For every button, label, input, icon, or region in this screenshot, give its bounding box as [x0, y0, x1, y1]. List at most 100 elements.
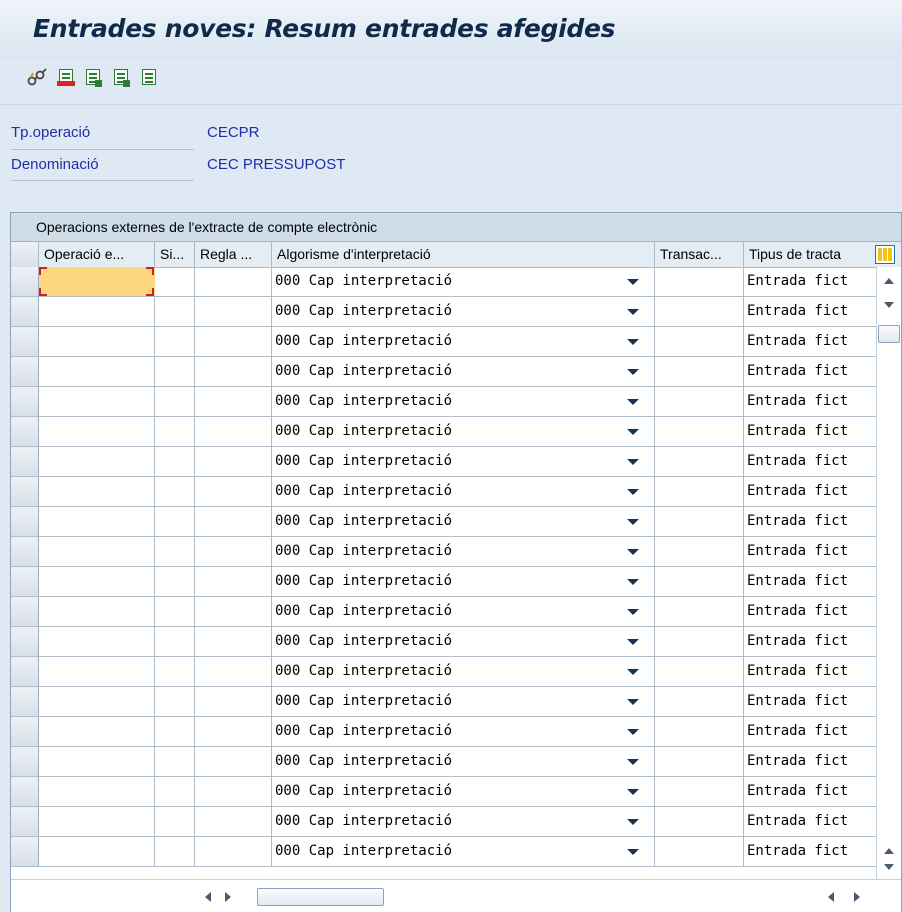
cell-si[interactable]: [155, 417, 195, 446]
cell-si[interactable]: [155, 717, 195, 746]
cell-algorisme-dropdown[interactable]: 000 Cap interpretació: [272, 507, 655, 536]
cell-tipus[interactable]: Entrada fict: [744, 267, 876, 296]
cell-tipus[interactable]: Entrada fict: [744, 387, 876, 416]
column-header-si[interactable]: Si...: [155, 242, 195, 267]
cell-tipus[interactable]: Entrada fict: [744, 747, 876, 776]
cell-algorisme-dropdown[interactable]: 000 Cap interpretació: [272, 627, 655, 656]
cell-operacio[interactable]: [39, 477, 155, 506]
cell-transac[interactable]: [655, 807, 744, 836]
cell-si[interactable]: [155, 747, 195, 776]
cell-operacio[interactable]: [39, 687, 155, 716]
horizontal-scrollbar[interactable]: [11, 879, 901, 912]
cell-si[interactable]: [155, 477, 195, 506]
cell-transac[interactable]: [655, 507, 744, 536]
cell-si[interactable]: [155, 327, 195, 356]
cell-regla[interactable]: [195, 477, 272, 506]
scroll-right-area-right-icon[interactable]: [854, 892, 860, 902]
cell-operacio[interactable]: [39, 777, 155, 806]
cell-transac[interactable]: [655, 267, 744, 296]
cell-algorisme-dropdown[interactable]: 000 Cap interpretació: [272, 567, 655, 596]
scroll-right-area-left-icon[interactable]: [828, 892, 834, 902]
cell-si[interactable]: [155, 387, 195, 416]
cell-tipus[interactable]: Entrada fict: [744, 777, 876, 806]
cell-tipus[interactable]: Entrada fict: [744, 477, 876, 506]
dropdown-arrow-icon[interactable]: [627, 669, 639, 675]
cell-regla[interactable]: [195, 777, 272, 806]
row-selector-button[interactable]: [11, 837, 39, 866]
cell-algorisme-dropdown[interactable]: 000 Cap interpretació: [272, 837, 655, 866]
cell-si[interactable]: [155, 507, 195, 536]
deselect-all-icon[interactable]: [139, 67, 159, 87]
dropdown-arrow-icon[interactable]: [627, 639, 639, 645]
cell-regla[interactable]: [195, 717, 272, 746]
cell-si[interactable]: [155, 777, 195, 806]
cell-si[interactable]: [155, 567, 195, 596]
cell-operacio[interactable]: [39, 387, 155, 416]
cell-operacio[interactable]: [39, 657, 155, 686]
cell-tipus[interactable]: Entrada fict: [744, 627, 876, 656]
cell-tipus[interactable]: Entrada fict: [744, 357, 876, 386]
scroll-page-up-icon[interactable]: [884, 848, 894, 854]
cell-si[interactable]: [155, 537, 195, 566]
dropdown-arrow-icon[interactable]: [627, 489, 639, 495]
cell-tipus[interactable]: Entrada fict: [744, 807, 876, 836]
cell-regla[interactable]: [195, 837, 272, 866]
cell-transac[interactable]: [655, 537, 744, 566]
cell-operacio[interactable]: [39, 597, 155, 626]
cell-regla[interactable]: [195, 597, 272, 626]
select-all-rows-button[interactable]: [11, 242, 39, 267]
cell-algorisme-dropdown[interactable]: 000 Cap interpretació: [272, 327, 655, 356]
cell-si[interactable]: [155, 837, 195, 866]
cell-transac[interactable]: [655, 417, 744, 446]
dropdown-arrow-icon[interactable]: [627, 519, 639, 525]
cell-transac[interactable]: [655, 387, 744, 416]
cell-algorisme-dropdown[interactable]: 000 Cap interpretació: [272, 717, 655, 746]
cell-regla[interactable]: [195, 807, 272, 836]
cell-tipus[interactable]: Entrada fict: [744, 447, 876, 476]
cell-operacio[interactable]: [39, 807, 155, 836]
cell-transac[interactable]: [655, 627, 744, 656]
row-selector-button[interactable]: [11, 447, 39, 476]
row-selector-button[interactable]: [11, 567, 39, 596]
edit-glasses-icon[interactable]: [27, 67, 47, 87]
vertical-scrollbar[interactable]: [876, 267, 901, 879]
dropdown-arrow-icon[interactable]: [627, 759, 639, 765]
cell-transac[interactable]: [655, 567, 744, 596]
cell-regla[interactable]: [195, 357, 272, 386]
cell-tipus[interactable]: Entrada fict: [744, 717, 876, 746]
cell-operacio[interactable]: [39, 837, 155, 866]
cell-algorisme-dropdown[interactable]: 000 Cap interpretació: [272, 537, 655, 566]
cell-tipus[interactable]: Entrada fict: [744, 297, 876, 326]
cell-regla[interactable]: [195, 327, 272, 356]
cell-regla[interactable]: [195, 537, 272, 566]
cell-transac[interactable]: [655, 657, 744, 686]
row-selector-button[interactable]: [11, 597, 39, 626]
cell-operacio[interactable]: [39, 537, 155, 566]
row-selector-button[interactable]: [11, 657, 39, 686]
cell-tipus[interactable]: Entrada fict: [744, 657, 876, 686]
cell-operacio[interactable]: [39, 447, 155, 476]
cell-regla[interactable]: [195, 507, 272, 536]
cell-operacio[interactable]: [39, 267, 155, 296]
cell-transac[interactable]: [655, 777, 744, 806]
scroll-left-icon[interactable]: [205, 892, 211, 902]
cell-operacio[interactable]: [39, 327, 155, 356]
cell-si[interactable]: [155, 447, 195, 476]
cell-si[interactable]: [155, 807, 195, 836]
row-selector-button[interactable]: [11, 777, 39, 806]
dropdown-arrow-icon[interactable]: [627, 729, 639, 735]
cell-regla[interactable]: [195, 687, 272, 716]
dropdown-arrow-icon[interactable]: [627, 609, 639, 615]
dropdown-arrow-icon[interactable]: [627, 699, 639, 705]
cell-regla[interactable]: [195, 567, 272, 596]
row-selector-button[interactable]: [11, 687, 39, 716]
delete-row-icon[interactable]: [56, 67, 76, 87]
row-selector-button[interactable]: [11, 417, 39, 446]
cell-regla[interactable]: [195, 267, 272, 296]
cell-operacio[interactable]: [39, 717, 155, 746]
row-selector-button[interactable]: [11, 327, 39, 356]
dropdown-arrow-icon[interactable]: [627, 429, 639, 435]
cell-algorisme-dropdown[interactable]: 000 Cap interpretació: [272, 597, 655, 626]
cell-algorisme-dropdown[interactable]: 000 Cap interpretació: [272, 777, 655, 806]
row-selector-button[interactable]: [11, 387, 39, 416]
